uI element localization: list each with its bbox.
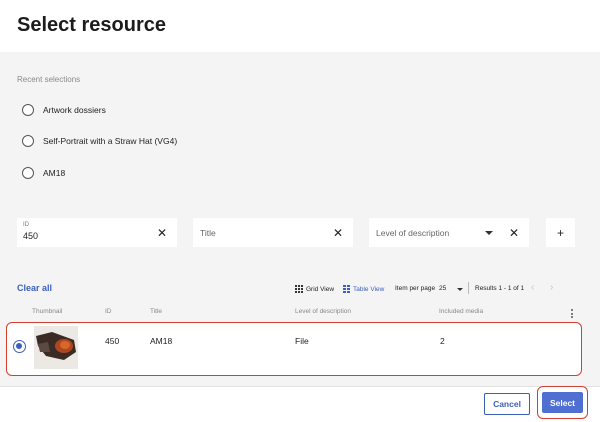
id-field-value: 450 (23, 231, 39, 241)
chevron-down-icon (485, 231, 493, 235)
clear-all-link[interactable]: Clear all (17, 283, 52, 293)
recent-item-label: Artwork dossiers (43, 105, 106, 115)
recent-item-label: AM18 (43, 168, 66, 178)
clear-title-button[interactable]: ✕ (323, 218, 353, 247)
items-per-page-select[interactable]: 25 (439, 285, 446, 292)
level-select-placeholder: Level of description (376, 228, 450, 238)
items-per-page-label: Item per page (395, 285, 436, 292)
radio-button[interactable] (22, 167, 34, 179)
id-field-label: ID (23, 222, 29, 228)
cancel-button[interactable]: Cancel (484, 393, 530, 415)
recent-item-artwork-dossiers[interactable]: Artwork dossiers (22, 103, 106, 117)
dialog-header: Select resource (0, 0, 600, 52)
id-field[interactable]: ID 450 (17, 218, 147, 247)
recent-item-label: Self-Portrait with a Straw Hat (VG4) (43, 136, 178, 146)
grid-view-label: Grid View (306, 285, 335, 293)
grid-view-toggle[interactable]: Grid View (295, 285, 334, 293)
select-button-highlight: Select (537, 386, 588, 419)
row-included-media: 2 (440, 336, 445, 346)
table-view-label: Table View (353, 285, 385, 293)
toolbar-divider (468, 282, 469, 294)
more-options-icon[interactable] (571, 309, 573, 318)
row-level: File (295, 336, 309, 346)
close-icon: ✕ (508, 225, 520, 240)
column-header-thumbnail: Thumbnail (32, 308, 63, 315)
grid-icon (295, 285, 303, 293)
dialog-footer: Cancel Select (0, 386, 600, 422)
select-button[interactable]: Select (542, 392, 583, 413)
recent-item-self-portrait[interactable]: Self-Portrait with a Straw Hat (VG4) (22, 134, 177, 148)
column-header-included-media: Included media (439, 308, 484, 315)
table-view-toggle[interactable]: Table View (343, 285, 384, 293)
radio-button[interactable] (22, 135, 34, 147)
results-count: Results 1 - 1 of 1 (475, 285, 525, 292)
recent-selections-label: Recent selections (17, 75, 81, 84)
title-field-placeholder: Title (200, 228, 216, 238)
table-icon (343, 285, 350, 293)
clear-id-button[interactable]: ✕ (147, 218, 177, 247)
table-row[interactable]: 450 AM18 File 2 (6, 322, 582, 376)
row-id: 450 (105, 336, 120, 346)
plus-icon: + (556, 225, 564, 240)
recent-item-am18[interactable]: AM18 (22, 166, 65, 180)
thumbnail-image (34, 326, 78, 369)
add-filter-button[interactable]: + (546, 218, 575, 247)
row-title: AM18 (150, 336, 173, 346)
title-field[interactable]: Title (193, 218, 323, 247)
previous-page-icon[interactable]: ‹ (531, 282, 534, 293)
dialog-title: Select resource (17, 14, 166, 36)
column-header-id: ID (105, 308, 112, 315)
radio-button[interactable] (22, 104, 34, 116)
chevron-down-icon[interactable] (457, 288, 463, 291)
close-icon: ✕ (332, 225, 344, 240)
column-header-title: Title (150, 308, 163, 315)
level-of-description-select[interactable]: Level of description (369, 218, 499, 247)
column-header-level: Level of description (295, 308, 352, 315)
next-page-icon[interactable]: › (550, 282, 553, 293)
close-icon: ✕ (156, 225, 168, 240)
clear-level-button[interactable]: ✕ (499, 218, 529, 247)
row-selected-radio[interactable] (13, 340, 26, 353)
